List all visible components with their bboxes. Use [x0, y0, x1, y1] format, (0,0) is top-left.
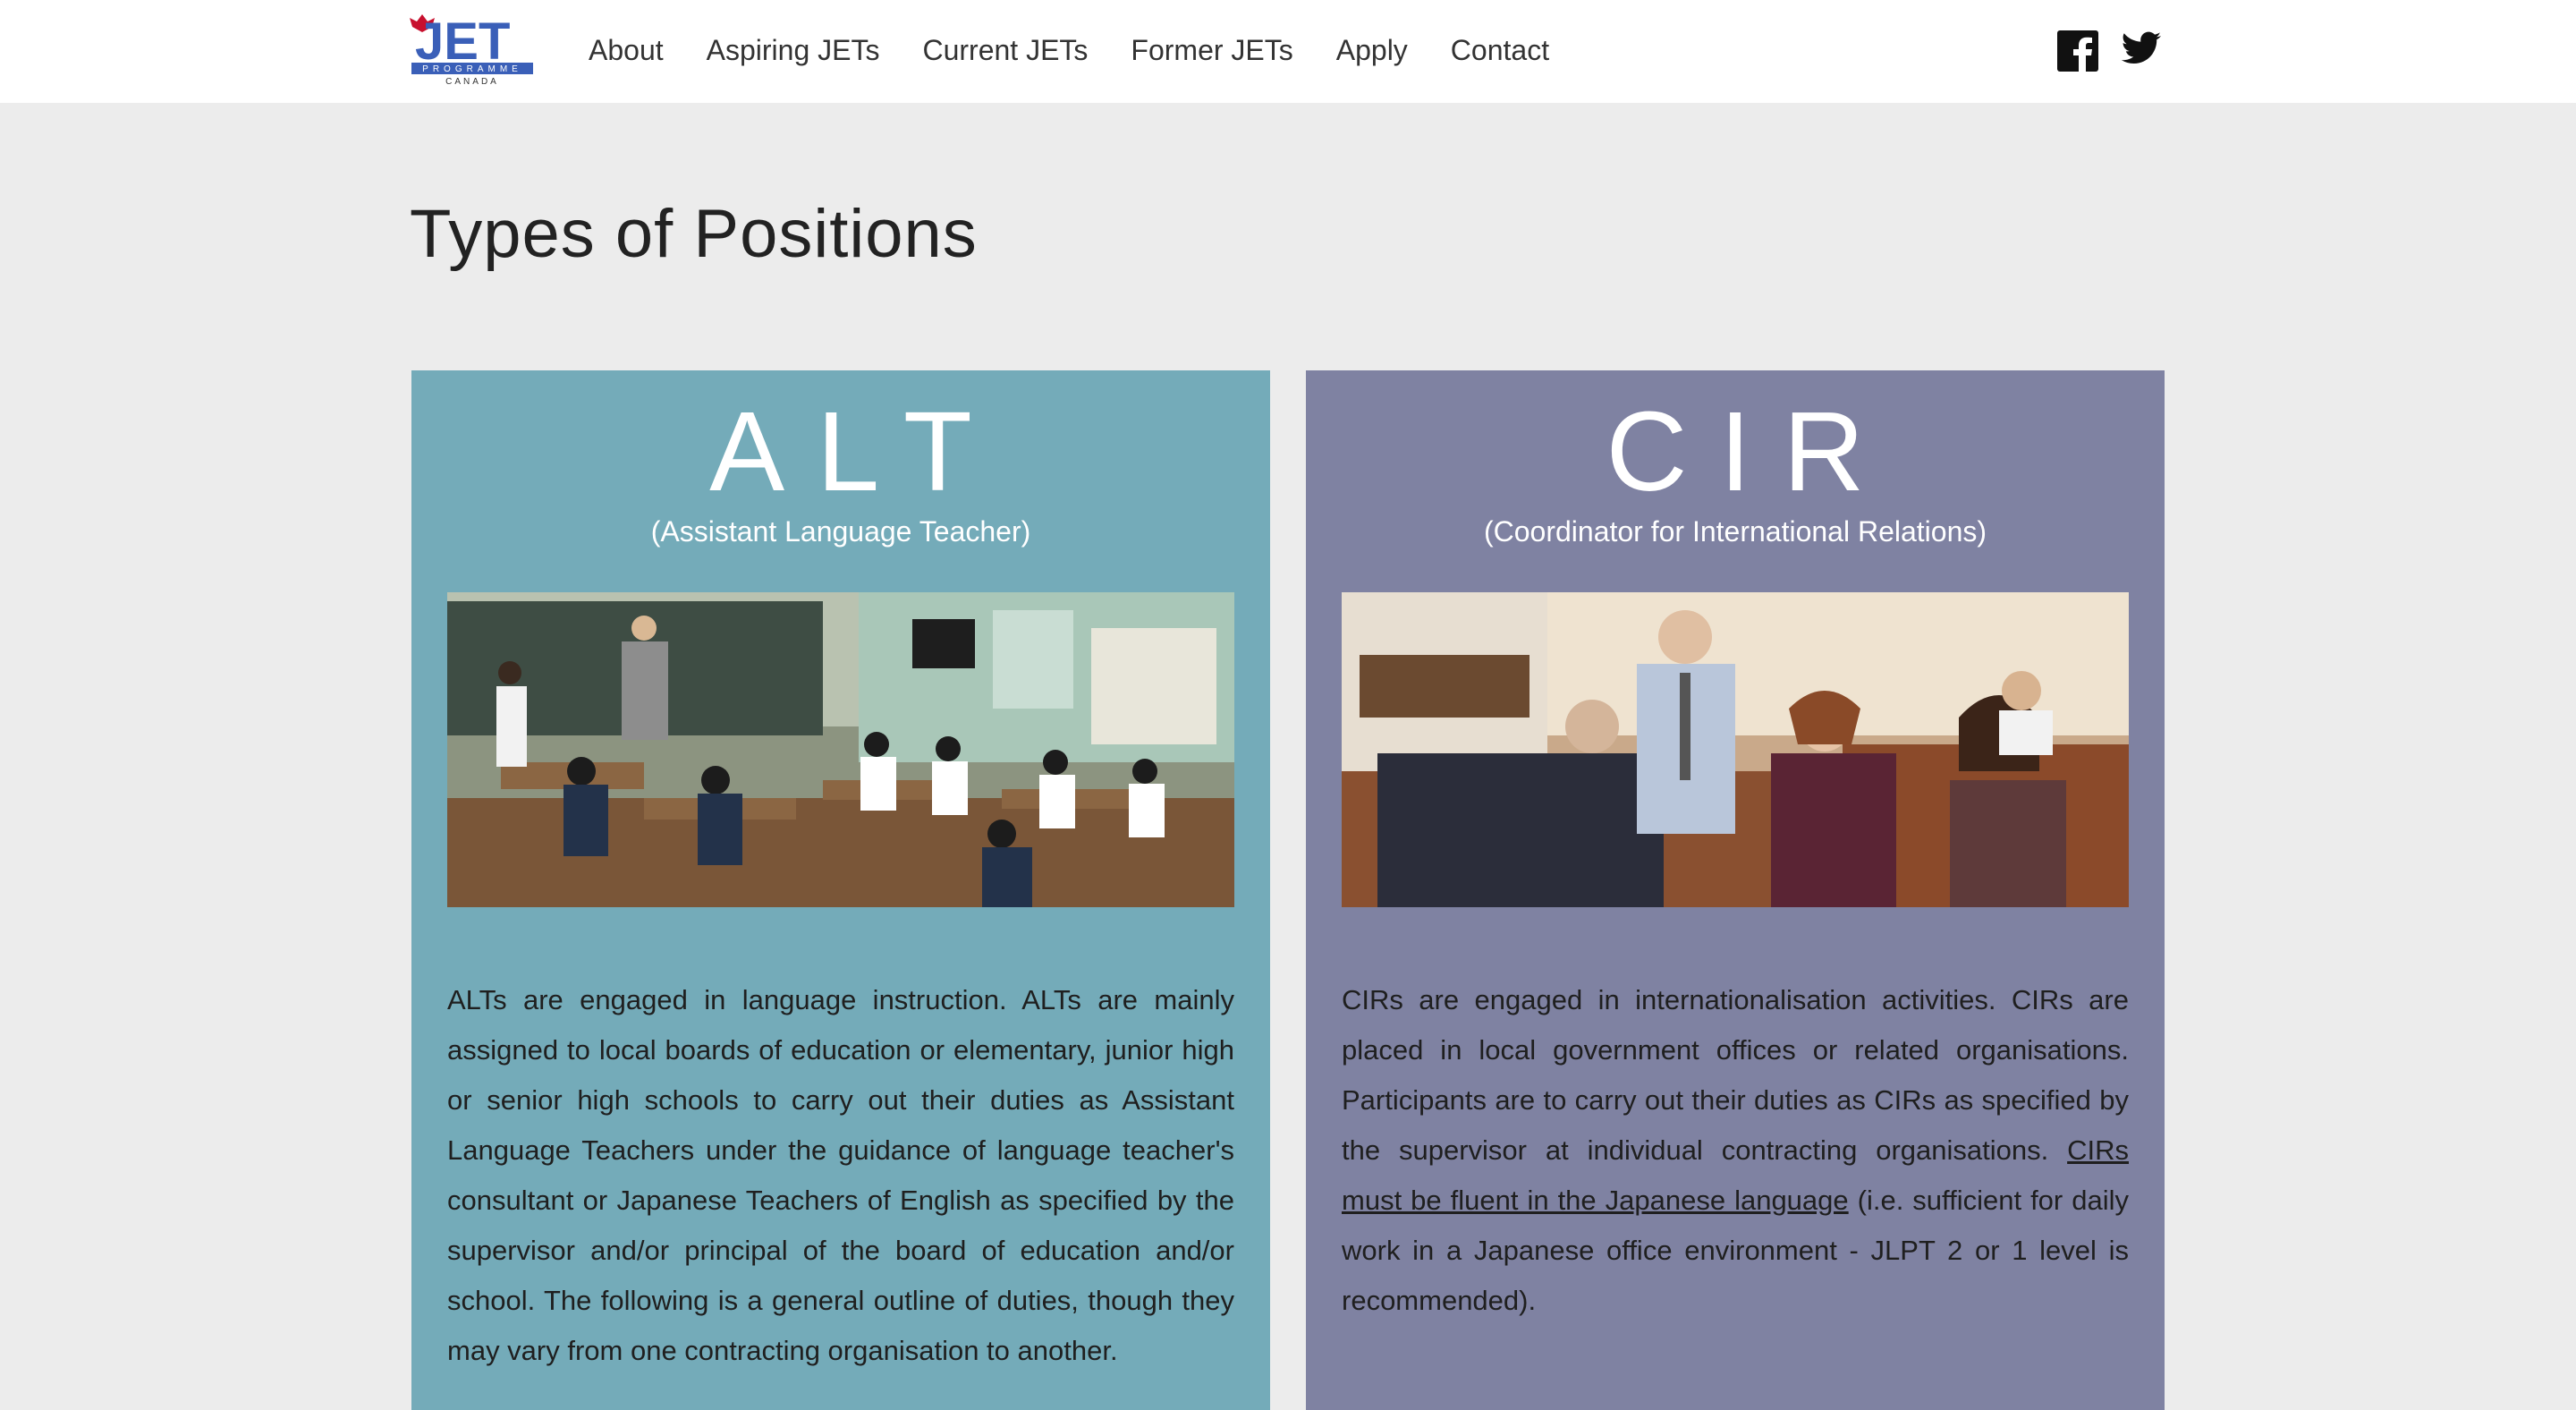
alt-card: ALT (Assistant Language Teacher) ALTs ar	[411, 370, 1270, 1410]
cir-description: CIRs are engaged in internationalisation…	[1342, 975, 2129, 1326]
svg-text:JET: JET	[415, 13, 510, 71]
office-meeting-photo	[1342, 592, 2129, 907]
alt-subtitle: (Assistant Language Teacher)	[650, 515, 1031, 548]
nav-contact[interactable]: Contact	[1451, 34, 1549, 67]
alt-heading: ALT	[709, 388, 1004, 514]
svg-text:CANADA: CANADA	[445, 77, 499, 86]
nav-apply[interactable]: Apply	[1336, 34, 1408, 67]
alt-description: ALTs are engaged in language instruction…	[447, 984, 1234, 1366]
page-title: Types of Positions	[410, 196, 978, 272]
cir-description-text: CIRs are engaged in internationalisation…	[1342, 984, 2129, 1166]
nav-about[interactable]: About	[589, 34, 664, 67]
svg-text:PROGRAMME: PROGRAMME	[422, 64, 522, 74]
main-nav: About Aspiring JETs Current JETs Former …	[589, 0, 1592, 100]
nav-former-jets[interactable]: Former JETs	[1131, 34, 1292, 67]
nav-current-jets[interactable]: Current JETs	[922, 34, 1088, 67]
top-navbar: JET PROGRAMME CANADA About Aspiring JETs…	[0, 0, 2576, 103]
cir-subtitle: (Coordinator for International Relations…	[1483, 515, 1987, 548]
cir-heading: CIR	[1606, 388, 1897, 514]
jet-programme-logo[interactable]: JET PROGRAMME CANADA	[410, 13, 537, 86]
cir-card: CIR (Coordinator for International Relat…	[1306, 370, 2165, 1410]
classroom-photo	[447, 592, 1234, 907]
twitter-icon[interactable]	[2120, 30, 2163, 70]
nav-aspiring-jets[interactable]: Aspiring JETs	[707, 34, 880, 67]
facebook-icon[interactable]	[2057, 30, 2098, 72]
